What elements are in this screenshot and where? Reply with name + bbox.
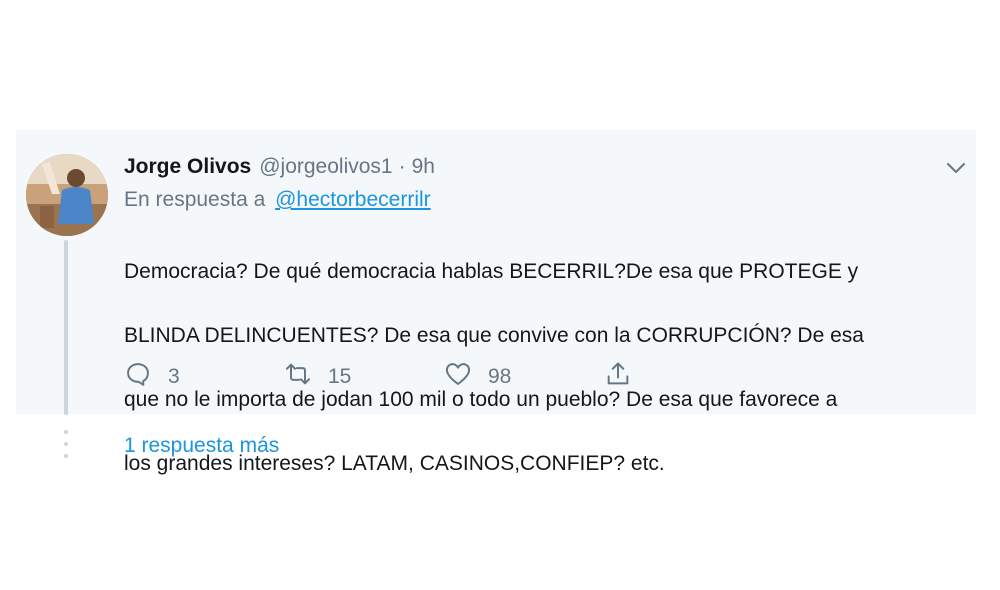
more-replies-link[interactable]: 1 respuesta más xyxy=(124,434,279,458)
header-separator: · xyxy=(398,155,406,178)
author-handle[interactable]: @jorgeolivos1 xyxy=(259,155,392,179)
share-button[interactable] xyxy=(604,360,632,394)
comment-icon xyxy=(124,360,152,394)
retweet-count: 15 xyxy=(328,365,352,388)
thread-dots xyxy=(63,430,69,466)
thread-line xyxy=(64,240,68,415)
reply-button[interactable]: 3 xyxy=(124,360,180,394)
reply-handle-link[interactable]: @hectorbecerrilr xyxy=(275,188,431,211)
like-button[interactable]: 98 xyxy=(444,360,511,394)
heart-icon xyxy=(444,360,472,394)
retweet-button[interactable]: 15 xyxy=(284,360,351,394)
share-icon xyxy=(604,360,632,394)
reply-prefix: En respuesta a xyxy=(124,188,266,211)
tweet-header: Jorge Olivos @jorgeolivos1 · 9h xyxy=(124,152,435,182)
author-name[interactable]: Jorge Olivos xyxy=(124,155,251,179)
chevron-down-icon[interactable] xyxy=(944,156,968,180)
reply-context: En respuesta a @hectorbecerrilr xyxy=(124,188,431,212)
tweet-timestamp[interactable]: 9h xyxy=(412,155,435,179)
reply-count: 3 xyxy=(168,365,180,388)
tweet-text-line: Democracia? De qué democracia hablas BEC… xyxy=(124,260,859,283)
avatar[interactable] xyxy=(26,154,108,236)
retweet-icon xyxy=(284,360,312,394)
tweet-text-line: BLINDA DELINCUENTES? De esa que convive … xyxy=(124,324,864,347)
like-count: 98 xyxy=(488,365,512,388)
tweet-actions: 3 15 98 xyxy=(124,360,684,394)
